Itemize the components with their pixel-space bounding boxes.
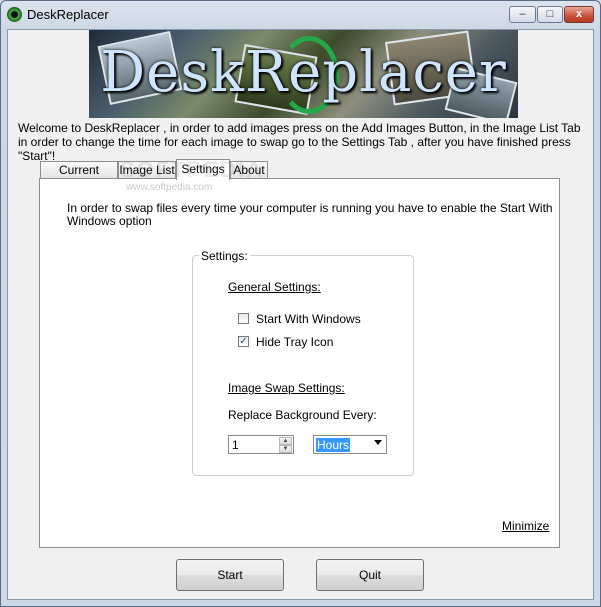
softpedia-watermark: SOFTPEDIA [120,157,264,182]
client-area: DeskReplacer Welcome to DeskReplacer , i… [7,29,594,600]
interval-unit-value[interactable]: Hours [316,438,351,452]
app-window: DeskReplacer – □ x DeskReplacer Welcome … [0,0,601,607]
close-window-button[interactable]: x [564,6,594,23]
interval-stepper[interactable]: 1 ▲ ▼ [228,435,294,454]
softpedia-watermark-url: www.softpedia.com [126,182,213,193]
logo-text: DeskReplacer [100,40,507,105]
start-with-windows-checkbox[interactable] [238,313,249,324]
minimize-link[interactable]: Minimize [502,519,549,533]
title-bar[interactable]: DeskReplacer – □ x [1,1,600,29]
settings-group: Settings: General Settings: Start With W… [192,249,414,476]
minimize-window-button[interactable]: – [509,6,536,23]
hide-tray-icon-checkbox[interactable]: ✓ [238,336,249,347]
hide-tray-icon-label: Hide Tray Icon [256,335,334,349]
general-settings-heading: General Settings: [228,280,321,294]
banner-image: DeskReplacer [89,30,518,118]
settings-panel: In order to swap files every time your c… [39,178,560,548]
maximize-window-button[interactable]: □ [537,6,563,23]
start-button[interactable]: Start [176,559,284,591]
start-with-windows-label: Start With Windows [256,312,361,326]
stepper-up-icon[interactable]: ▲ [279,437,292,445]
welcome-text: Welcome to DeskReplacer , in order to ad… [18,121,581,163]
chevron-down-icon[interactable] [374,440,382,445]
interval-unit-select[interactable]: Hours [313,435,387,454]
image-swap-settings-heading: Image Swap Settings: [228,381,345,395]
tab-current-image[interactable]: Current Image [40,161,118,193]
settings-description: In order to swap files every time your c… [67,201,553,228]
interval-value[interactable]: 1 [232,438,239,452]
stepper-down-icon[interactable]: ▼ [279,445,292,453]
window-title: DeskReplacer [27,7,109,22]
replace-background-label: Replace Background Every: [228,408,377,422]
quit-button[interactable]: Quit [316,559,424,591]
settings-group-label: Settings: [199,249,250,263]
app-icon [7,7,22,22]
